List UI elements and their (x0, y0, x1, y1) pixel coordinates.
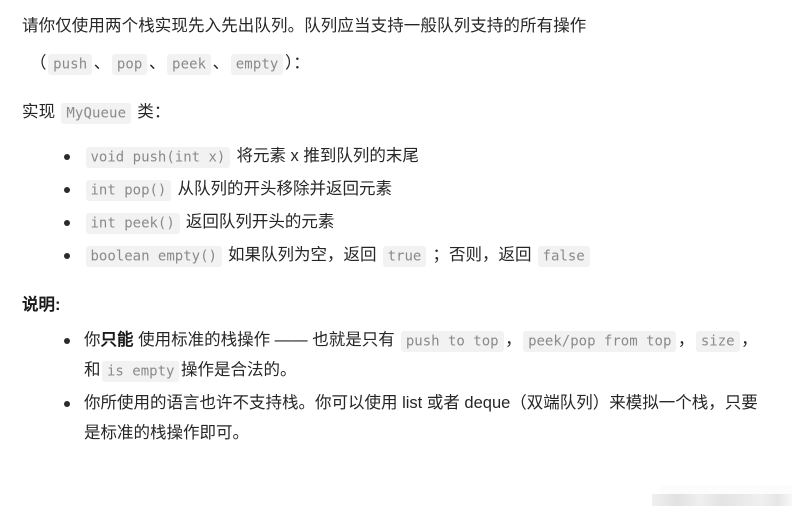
code-chip-false: false (537, 245, 590, 267)
code-chip-void-push: void push(int x) (85, 146, 231, 168)
api-description-pre: 如果队列为空，返回 (228, 246, 377, 264)
implement-class-paragraph: 实现 MyQueue 类： (22, 96, 774, 129)
code-chip-is-empty: is empty (102, 360, 180, 382)
code-chip-size: size (695, 330, 740, 352)
code-chip-myqueue: MyQueue (61, 102, 132, 124)
api-description: 将元素 x 推到队列的末尾 (236, 147, 419, 165)
list-item: 你所使用的语言也许不支持栈。你可以使用 list 或者 deque（双端队列）来… (64, 388, 774, 448)
code-chip-pop: pop (111, 53, 148, 75)
implement-prefix: 实现 (22, 103, 56, 121)
paren-open: （ (30, 54, 47, 72)
code-chip-peek: peek (167, 53, 212, 75)
note-emphasis: 只能 (100, 331, 134, 349)
api-description: 返回队列开头的元素 (185, 213, 335, 231)
code-chip-empty: empty (230, 53, 284, 75)
separator-3: 、 (212, 54, 230, 72)
notes-list: 你只能 使用标准的栈操作 —— 也就是只有 push to top， peek/p… (22, 325, 774, 448)
list-item: 你只能 使用标准的栈操作 —— 也就是只有 push to top， peek/p… (64, 325, 774, 385)
notes-heading: 说明: (22, 296, 61, 314)
intro-paragraph-line1: 请你仅使用两个栈实现先入先出队列。队列应当支持一般队列支持的所有操作 (22, 10, 774, 43)
list-item: void push(int x) 将元素 x 推到队列的末尾 (64, 141, 774, 172)
separator-1: 、 (93, 54, 111, 72)
api-description: 从队列的开头移除并返回元素 (177, 180, 392, 198)
bottom-edge-artifact (652, 494, 792, 506)
code-chip-push-to-top: push to top (400, 330, 504, 352)
note-text: 你所使用的语言也许不支持栈。你可以使用 list 或者 deque（双端队列）来… (84, 394, 758, 442)
list-item: boolean empty() 如果队列为空，返回 true ；否则，返回 fa… (64, 240, 774, 271)
note-middle: 使用标准的栈操作 —— 也就是只有 (138, 331, 395, 349)
note-comma-1: ， (505, 331, 522, 349)
list-item: int pop() 从队列的开头移除并返回元素 (64, 174, 774, 205)
implement-suffix: 类： (137, 103, 171, 121)
api-method-list: void push(int x) 将元素 x 推到队列的末尾 int pop()… (22, 141, 774, 271)
intro-paragraph-operations: （push、 pop、 peek、 empty）： (30, 47, 774, 80)
code-chip-push: push (48, 53, 93, 75)
paren-close-colon: ）： (284, 54, 310, 72)
code-chip-int-peek: int peek() (85, 212, 180, 234)
note-tail: 操作是合法的。 (180, 361, 297, 379)
code-chip-true: true (382, 245, 427, 267)
problem-statement-page: 请你仅使用两个栈实现先入先出队列。队列应当支持一般队列支持的所有操作 （push… (0, 0, 796, 506)
separator-2: 、 (148, 54, 166, 72)
api-description-mid: ；否则，返回 (432, 246, 532, 264)
intro-text-line1: 请你仅使用两个栈实现先入先出队列。队列应当支持一般队列支持的所有操作 (22, 17, 587, 35)
note-comma-2: ， (677, 331, 695, 349)
code-chip-int-pop: int pop() (85, 179, 172, 201)
code-chip-peek-pop-from-top: peek/pop from top (523, 330, 677, 352)
note-prefix: 你 (84, 331, 101, 349)
code-chip-boolean-empty: boolean empty() (85, 245, 222, 267)
list-item: int peek() 返回队列开头的元素 (64, 207, 774, 238)
